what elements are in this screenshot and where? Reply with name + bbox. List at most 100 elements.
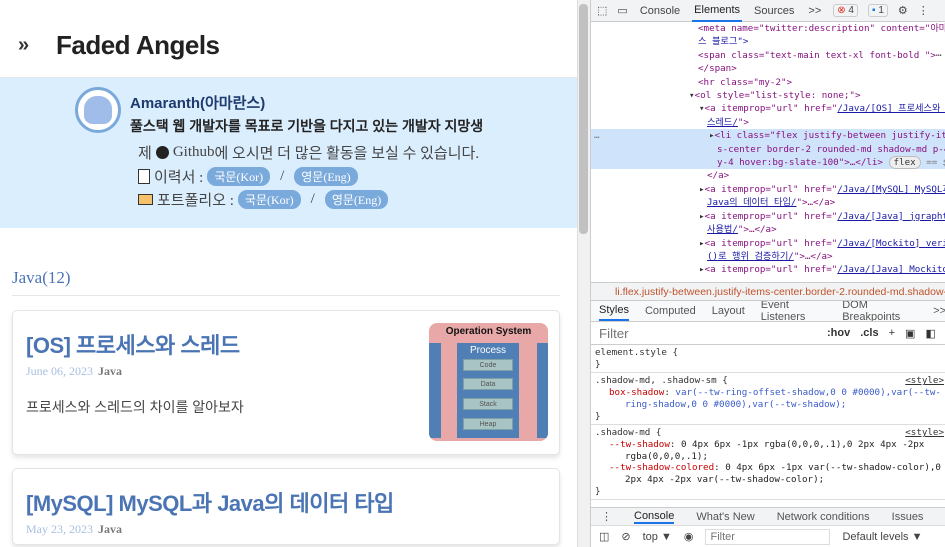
more-options-icon[interactable]: ⋮ xyxy=(918,4,929,17)
property-value[interactable]: ring-shadow,0 0 #0000),var(--tw-shadow); xyxy=(595,399,942,411)
text: 에 오시면 더 많은 활동을 보실 수 있습니다. xyxy=(214,146,480,162)
dom-node[interactable]: ▸<a itemprop="url" href="/Java/[Java] jg… xyxy=(591,210,945,223)
settings-gear-icon[interactable]: ⚙ xyxy=(898,4,908,17)
dom-node[interactable]: ()로 행위 검증하기/">…</a> xyxy=(591,250,945,263)
dom-node[interactable]: <meta name="twitter:description" content… xyxy=(591,22,945,35)
dom-node[interactable]: <hr class="my-2"> xyxy=(591,76,945,89)
rule-close: } xyxy=(595,485,601,497)
console-sidebar-icon[interactable]: ◫ xyxy=(599,530,609,543)
class-toggle[interactable]: .cls xyxy=(860,327,878,339)
post-title[interactable]: [MySQL] MySQL과 Java의 데이터 타입 xyxy=(26,486,394,518)
dom-node[interactable]: 스 블로그"> xyxy=(591,35,945,48)
live-expression-eye-icon[interactable]: ◉ xyxy=(684,530,694,543)
tab-sources[interactable]: Sources xyxy=(752,1,796,21)
dom-node[interactable]: </span> xyxy=(591,62,945,75)
tab-layout[interactable]: Layout xyxy=(712,305,745,317)
dom-node[interactable]: ▾<a itemprop="url" href="/Java/[OS] 프로세스… xyxy=(591,102,945,115)
selected-dom-node[interactable]: … ▸<li class="flex justify-between justif… xyxy=(591,129,945,170)
device-toolbar-icon[interactable]: ▭ xyxy=(617,4,627,17)
dom-node[interactable]: ▸<a itemprop="url" href="/Java/[MySQL] M… xyxy=(591,183,945,196)
portfolio-kor-link[interactable]: 국문(Kor) xyxy=(237,190,301,209)
dom-node[interactable]: ▸<a itemprop="url" href="/Java/[Java] Mo… xyxy=(591,263,945,276)
dom-node[interactable]: </a> xyxy=(591,169,945,182)
github-link[interactable]: Github xyxy=(173,144,215,161)
document-icon xyxy=(138,169,150,184)
property-name[interactable]: box-shadow xyxy=(609,387,664,398)
more-style-tabs[interactable]: >> xyxy=(933,305,945,317)
dom-node[interactable]: 스레드/"> xyxy=(591,116,945,129)
tab-dom-breakpoints[interactable]: DOM Breakpoints xyxy=(842,301,917,321)
dom-node[interactable]: <span class="text-main text-xl font-bold… xyxy=(591,49,945,62)
dom-node[interactable]: ▸<a itemprop="url" href="/Java/[Mockito]… xyxy=(591,237,945,250)
site-title[interactable]: Faded Angels xyxy=(56,30,220,61)
drawer-menu-icon[interactable]: ⋮ xyxy=(601,510,612,523)
tab-computed[interactable]: Computed xyxy=(645,305,696,317)
href-link[interactable]: /Java/[Mockito] verify xyxy=(837,238,945,249)
node-text: y-4 hover:bg-slate-100"> xyxy=(717,157,850,169)
tab-console[interactable]: Console xyxy=(638,1,682,21)
href-link[interactable]: /Java/[Java] Mockito xyxy=(837,264,945,275)
thumbnail-title: Operation System xyxy=(445,326,532,337)
hover-state-toggle[interactable]: :hov xyxy=(827,327,850,339)
clear-console-icon[interactable]: ⊘ xyxy=(621,530,630,543)
rule-source-link[interactable]: <style> xyxy=(905,375,944,387)
property-value[interactable]: 0 4px 6px -1px rgba(0,0,0,.1),0 2px 4px … xyxy=(681,439,924,450)
node-text: <li class="flex justify-between justify-… xyxy=(714,130,945,142)
node-text: ">…</a> xyxy=(737,224,777,236)
dom-breadcrumb[interactable]: li.flex.justify-between.justify-items-ce… xyxy=(591,282,945,300)
error-count-badge[interactable]: ⊗ 4 xyxy=(833,4,858,17)
devtools-toolbar: ⬚ ▭ Console Elements Sources >> ⊗ 4 ▪ 1 … xyxy=(591,0,945,22)
tab-elements[interactable]: Elements xyxy=(692,0,743,22)
console-filter-input[interactable] xyxy=(705,528,831,545)
add-rule-icon[interactable]: + xyxy=(889,327,895,339)
dom-node[interactable]: 사용법/">…</a> xyxy=(591,223,945,236)
property-value[interactable]: rgba(0,0,0,.1); xyxy=(595,451,942,463)
href-link[interactable]: Java의 데이터 타입/ xyxy=(707,197,796,208)
scrollbar-thumb[interactable] xyxy=(579,4,588,234)
href-link[interactable]: 사용법/ xyxy=(707,224,738,235)
post-card[interactable]: [OS] 프로세스와 스레드 June 06, 2023 Java 프로세스와 스… xyxy=(12,310,560,455)
portfolio-eng-link[interactable]: 영문(Eng) xyxy=(324,190,389,209)
drawer-tab-console[interactable]: Console xyxy=(634,510,675,524)
post-title[interactable]: [OS] 프로세스와 스레드 xyxy=(26,328,240,360)
drawer-tab-whats-new[interactable]: What's New xyxy=(696,511,754,523)
more-tabs-button[interactable]: >> xyxy=(806,1,823,21)
property-name[interactable]: --tw-shadow-colored xyxy=(609,462,714,473)
message-count-badge[interactable]: ▪ 1 xyxy=(867,4,888,17)
styles-filter-input[interactable] xyxy=(595,324,817,342)
resume-eng-link[interactable]: 영문(Eng) xyxy=(294,167,358,186)
style-rule: .shadow-md {<style> --tw-shadow: 0 4px 6… xyxy=(591,425,945,501)
post-meta: May 23, 2023 Java xyxy=(26,522,122,537)
node-text: 스 블로그"> xyxy=(698,36,749,48)
resume-kor-link[interactable]: 국문(Kor) xyxy=(207,167,271,186)
style-rules: element.style {} .shadow-md, .shadow-sm … xyxy=(591,345,945,505)
property-name[interactable]: --tw-shadow xyxy=(609,439,670,450)
href-link[interactable]: /Java/[Java] jgrapht xyxy=(837,211,945,222)
drawer-tab-network-conditions[interactable]: Network conditions xyxy=(777,511,870,523)
href-link[interactable]: ()로 행위 검증하기/ xyxy=(707,251,794,262)
dom-node[interactable]: ▾<ol style="list-style: none;"> xyxy=(591,89,945,102)
paint-icon[interactable]: ▣ xyxy=(905,327,915,340)
context-selector[interactable]: top ▼ xyxy=(643,531,672,543)
tab-styles[interactable]: Styles xyxy=(599,301,629,321)
tab-event-listeners[interactable]: Event Listeners xyxy=(761,301,826,321)
sidebar-toggle-icon[interactable]: ◧ xyxy=(925,327,935,340)
inspect-element-icon[interactable]: ⬚ xyxy=(597,4,607,17)
log-levels-dropdown[interactable]: Default levels ▼ xyxy=(842,531,922,543)
drawer-tab-issues[interactable]: Issues xyxy=(892,511,924,523)
property-value[interactable]: 0 4px 6px -1px var(--tw-shadow-color),0 xyxy=(725,462,941,473)
post-meta: June 06, 2023 Java xyxy=(26,364,122,379)
href-link[interactable]: /Java/[OS] 프로세스와 xyxy=(837,103,945,114)
node-text: <a itemprop="url" href=" xyxy=(704,103,838,115)
menu-toggle-icon[interactable]: » xyxy=(18,34,29,57)
flex-badge[interactable]: flex xyxy=(888,156,921,170)
dom-tree: <meta name="twitter:description" content… xyxy=(591,22,945,282)
property-value[interactable]: 2px 4px -2px var(--tw-shadow-color); xyxy=(595,474,942,486)
jellyfish-icon xyxy=(84,96,112,124)
rule-source-link[interactable]: <style> xyxy=(905,427,944,439)
href-link[interactable]: 스레드/ xyxy=(707,117,738,128)
post-card[interactable]: [MySQL] MySQL과 Java의 데이터 타입 May 23, 2023… xyxy=(12,468,560,545)
dom-node[interactable]: Java의 데이터 타입/">…</a> xyxy=(591,196,945,209)
href-link[interactable]: /Java/[MySQL] MySQL과 xyxy=(837,184,945,195)
property-value[interactable]: var(--tw-ring-offset-shadow,0 0 #0000),v… xyxy=(675,387,941,398)
